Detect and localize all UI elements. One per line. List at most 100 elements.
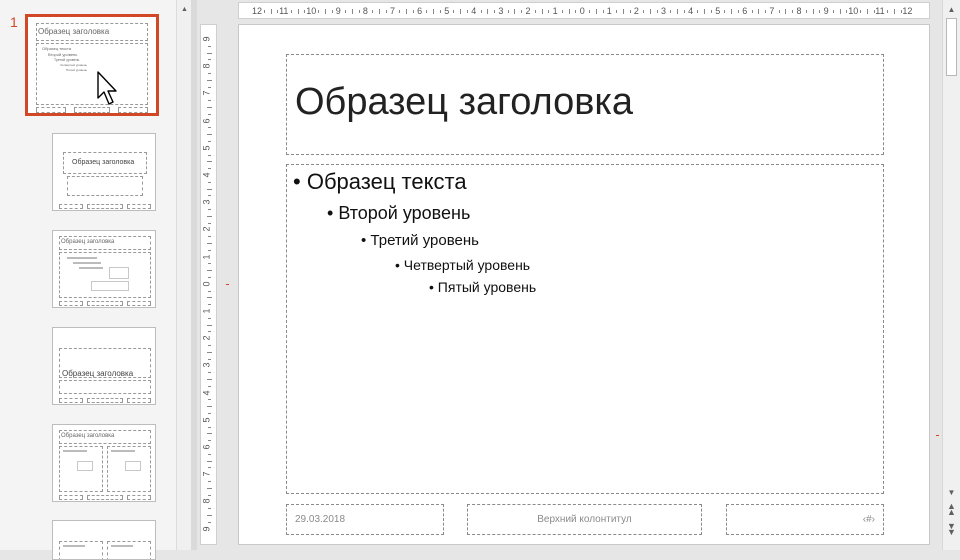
ruler-tick — [704, 8, 706, 14]
ruler-tick — [207, 277, 211, 278]
ruler-number: 1 — [201, 254, 212, 260]
ruler-number: 9 — [201, 526, 212, 532]
ruler-number: 3 — [498, 6, 504, 16]
slide-vertical-scrollbar[interactable]: ▲ ▼ ▲ ▲ ▼ ▼ — [942, 0, 960, 550]
ruler-tick — [207, 168, 211, 170]
ruler-tick — [494, 9, 496, 13]
ruler-number: 2 — [201, 335, 212, 341]
ruler-tick — [372, 9, 374, 13]
ruler-tick — [399, 9, 401, 13]
layout-thumbnail-comparison[interactable] — [52, 520, 156, 560]
ruler-tick — [758, 8, 760, 14]
ruler-tick — [207, 290, 211, 292]
level-1-text: Образец текста — [306, 169, 467, 194]
ruler-number: 4 — [688, 6, 694, 16]
slide-master-canvas[interactable]: Образец заголовка • Образец текста • Вто… — [238, 24, 930, 545]
master-slide-thumbnail[interactable]: Образец заголовка Образец текста Второй … — [25, 14, 159, 116]
ruler-number: 12 — [252, 6, 263, 16]
ruler-tick — [206, 460, 212, 462]
thumb-title: Образец заголовка — [38, 27, 110, 36]
ruler-tick — [207, 453, 211, 455]
triangle-down-icon[interactable]: ▼ — [943, 486, 960, 498]
thumb-level-1: Образец текста — [42, 46, 72, 51]
ruler-tick — [207, 100, 211, 102]
vertical-ruler[interactable]: 9 8 7 6 5 4 3 2 1 0 1 2 3 4 5 6 7 8 9 — [200, 24, 217, 545]
ruler-tick — [206, 487, 212, 489]
date-placeholder[interactable]: 29.03.2018 — [286, 504, 444, 535]
thumb-layout-title: Образец заголовка — [72, 159, 135, 166]
ruler-number: 11 — [875, 6, 885, 16]
double-chevron-down-icon[interactable]: ▼ ▼ — [943, 522, 960, 537]
ruler-tick — [206, 188, 212, 190]
thumb-layout-title: Образец заголовка — [61, 239, 115, 245]
ruler-tick — [778, 9, 780, 13]
triangle-up-icon[interactable]: ▲ — [177, 2, 192, 16]
ruler-tick — [207, 481, 211, 482]
ruler-number: 5 — [715, 6, 721, 16]
arrow-cursor-icon — [97, 71, 117, 105]
horizontal-ruler[interactable]: 12 11 10 9 8 7 6 5 4 3 2 1 0 1 2 3 4 5 6 7 8 9 10 11 12 — [238, 2, 930, 19]
ruler-tick — [206, 379, 212, 380]
ruler-tick — [207, 73, 211, 74]
triangle-up-icon[interactable]: ▲ — [943, 2, 960, 16]
ruler-tick — [534, 9, 536, 13]
ruler-tick — [460, 8, 462, 14]
ruler-tick — [643, 9, 645, 13]
ruler-tick — [207, 263, 211, 265]
layout-thumbnail-title-content[interactable]: Образец заголовка — [52, 230, 156, 308]
footer-placeholder[interactable]: Верхний колонтитул — [467, 504, 702, 535]
ruler-tick — [602, 9, 604, 13]
ruler-tick — [656, 9, 658, 13]
ruler-number: 7 — [769, 6, 775, 16]
layout-thumbnail-section-header[interactable]: Образец заголовка — [52, 327, 156, 405]
ruler-tick — [677, 8, 679, 14]
thumb-layout-title: Образец заголовка — [61, 433, 115, 439]
ruler-number: 4 — [201, 390, 212, 396]
thumbnail-scrollbar[interactable]: ▲ — [176, 0, 192, 550]
ruler-tick — [207, 372, 211, 374]
ruler-tick — [317, 9, 319, 13]
thumb-level-2: Второй уровень — [48, 52, 78, 57]
thumb-layout-title: Образец заголовка — [62, 369, 134, 378]
level-4-text: Четвертый уровень — [403, 257, 531, 273]
ruler-tick — [207, 413, 211, 414]
ruler-tick — [514, 8, 516, 14]
ruler-tick — [480, 9, 482, 13]
ruler-tick — [206, 406, 212, 408]
ruler-number: 9 — [201, 36, 212, 42]
level-5-text: Пятый уровень — [437, 279, 537, 295]
layout-thumbnail-two-content[interactable]: Образец заголовка — [52, 424, 156, 502]
ruler-tick — [263, 9, 265, 13]
ruler-tick — [629, 9, 631, 13]
ruler-number: 6 — [742, 6, 748, 16]
ruler-tick — [206, 52, 212, 54]
ruler-number: 5 — [444, 6, 450, 16]
ruler-tick — [206, 297, 212, 299]
ruler-tick — [561, 9, 563, 13]
ruler-tick — [710, 9, 712, 13]
body-placeholder[interactable]: • Образец текста • Второй уровень • Трет… — [286, 164, 884, 494]
layout-thumbnail-title-slide[interactable]: Образец заголовка — [52, 133, 156, 211]
ruler-tick — [378, 8, 380, 14]
ruler-tick — [467, 9, 469, 13]
ruler-tick — [206, 134, 212, 136]
ruler-tick — [487, 8, 489, 14]
double-chevron-up-icon[interactable]: ▲ ▲ — [943, 502, 960, 517]
level-4-item: • Четвертый уровень — [395, 257, 531, 273]
title-placeholder[interactable]: Образец заголовка — [286, 54, 884, 155]
ruler-tick — [426, 9, 428, 13]
ruler-tick — [670, 9, 672, 13]
slide-thumbnail-pane[interactable]: 1 Образец заголовка Образец текста Второ… — [0, 0, 176, 560]
ruler-number: 5 — [201, 417, 212, 423]
ruler-tick — [270, 8, 272, 14]
ruler-tick — [406, 8, 408, 14]
ruler-number: 2 — [525, 6, 531, 16]
ruler-tick — [588, 9, 590, 13]
slide-number-placeholder[interactable]: ‹#› — [726, 504, 884, 535]
ruler-tick — [207, 304, 211, 306]
ruler-tick — [812, 8, 814, 14]
ruler-tick — [521, 9, 523, 13]
ruler-number: 12 — [902, 6, 913, 16]
scrollbar-thumb[interactable] — [946, 18, 957, 76]
ruler-tick — [207, 317, 211, 319]
